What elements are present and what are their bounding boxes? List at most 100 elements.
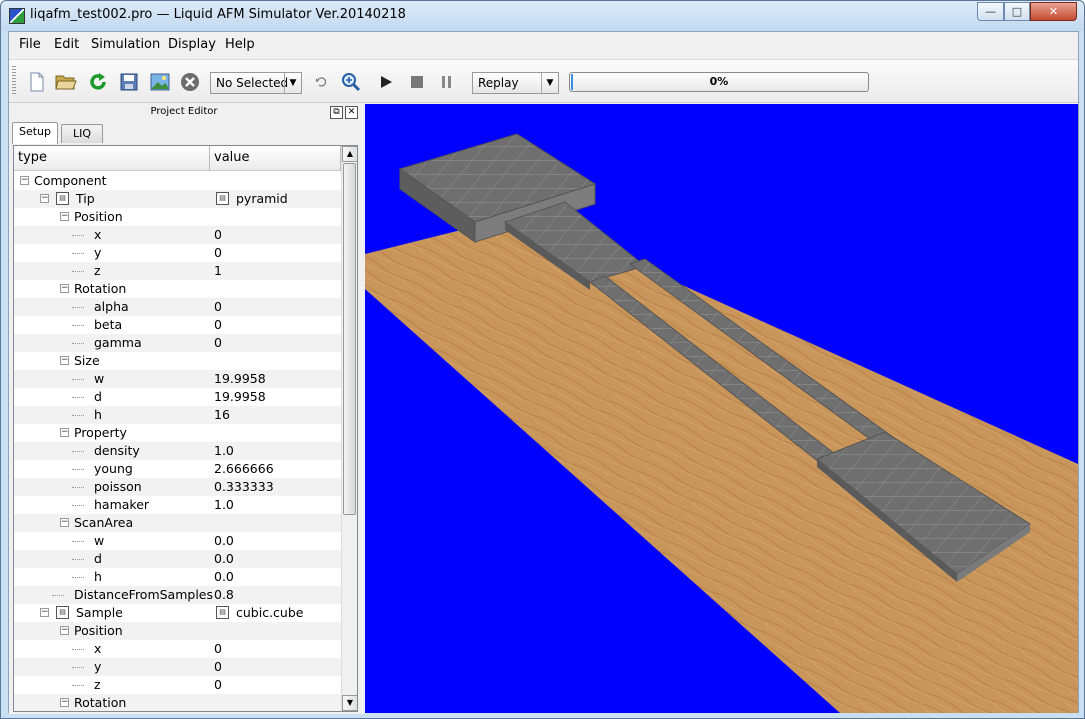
tree-row[interactable]: hamaker 1.0	[14, 496, 341, 514]
collapse-toggle-icon[interactable]: −	[60, 698, 69, 707]
collapse-toggle-icon[interactable]: −	[60, 428, 69, 437]
tree-row[interactable]: − Position	[14, 208, 341, 226]
close-button[interactable]: ✕	[1030, 2, 1077, 21]
tree-row[interactable]: gamma 0	[14, 334, 341, 352]
reload-icon[interactable]	[87, 71, 109, 93]
menu-help[interactable]: Help	[225, 37, 255, 52]
tree-connector	[72, 487, 84, 488]
tree-row-type: y	[94, 659, 102, 674]
object-select[interactable]: No Selected ▼	[210, 72, 302, 94]
menu-display[interactable]: Display	[168, 37, 216, 52]
scroll-thumb[interactable]	[343, 163, 356, 515]
tree-scrollbar[interactable]: ▲ ▼	[341, 146, 357, 711]
tree-row-value[interactable]: 0.0	[214, 550, 234, 568]
tree-row-value[interactable]: 1	[214, 262, 222, 280]
tree-row[interactable]: z1	[14, 262, 341, 280]
tree-row[interactable]: beta 0	[14, 316, 341, 334]
tree-row-value[interactable]: 0	[214, 334, 222, 352]
tree-row[interactable]: z0	[14, 676, 341, 694]
pause-icon[interactable]	[436, 71, 458, 93]
collapse-toggle-icon[interactable]: −	[60, 518, 69, 527]
tree-row-value[interactable]: pyramid	[236, 190, 288, 208]
tree-row-value[interactable]: 0	[214, 640, 222, 658]
tree-row-type: gamma	[94, 335, 142, 350]
tree-row[interactable]: x0	[14, 226, 341, 244]
save-icon[interactable]	[118, 71, 140, 93]
tree-row-value[interactable]: 0.0	[214, 568, 234, 586]
tree-row-value[interactable]: 0	[214, 676, 222, 694]
tree-row[interactable]: h 16	[14, 406, 341, 424]
scroll-up-icon[interactable]: ▲	[342, 146, 357, 162]
tree-row-value[interactable]: 16	[214, 406, 230, 424]
undo-icon[interactable]	[311, 71, 331, 93]
tree-row-value[interactable]: 1.0	[214, 442, 234, 460]
collapse-toggle-icon[interactable]: −	[40, 608, 49, 617]
collapse-toggle-icon[interactable]: −	[60, 212, 69, 221]
3d-viewport[interactable]	[365, 104, 1078, 713]
tree-row[interactable]: − ScanArea	[14, 514, 341, 532]
minimize-button[interactable]: —	[977, 2, 1004, 21]
tree-row[interactable]: − Rotation	[14, 694, 341, 711]
collapse-toggle-icon[interactable]: −	[60, 626, 69, 635]
toolbar-grip[interactable]	[12, 66, 16, 96]
close-dock-icon[interactable]: ✕	[345, 106, 358, 119]
tree-row-value[interactable]: 0	[214, 316, 222, 334]
tree-row[interactable]: w 19.9958	[14, 370, 341, 388]
tree-row[interactable]: − Position	[14, 622, 341, 640]
menu-simulation[interactable]: Simulation	[91, 37, 160, 52]
tree-row-value[interactable]: 0	[214, 298, 222, 316]
stop-close-icon[interactable]	[179, 71, 201, 93]
tree-row[interactable]: young 2.666666	[14, 460, 341, 478]
tree-row[interactable]: x0	[14, 640, 341, 658]
tree-row[interactable]: density 1.0	[14, 442, 341, 460]
tree-row-value[interactable]: 1.0	[214, 496, 234, 514]
tree-row-value[interactable]: 0	[214, 226, 222, 244]
tab-liq[interactable]: LIQ	[61, 124, 103, 143]
stop-icon[interactable]	[406, 71, 428, 93]
tree-connector	[72, 559, 84, 560]
tree-row[interactable]: − ▤ Tip ▤ pyramid	[14, 190, 341, 208]
tree-row-value[interactable]: 0.0	[214, 532, 234, 550]
menu-edit[interactable]: Edit	[54, 37, 79, 52]
open-folder-icon[interactable]	[55, 71, 77, 93]
image-icon[interactable]	[149, 71, 171, 93]
collapse-toggle-icon[interactable]: −	[20, 176, 29, 185]
maximize-button[interactable]: □	[1004, 2, 1030, 21]
tree-row[interactable]: − Rotation	[14, 280, 341, 298]
tree-row[interactable]: h 0.0	[14, 568, 341, 586]
tree-row-value[interactable]: 0	[214, 244, 222, 262]
tree-row-value[interactable]: cubic.cube	[236, 604, 303, 622]
menu-file[interactable]: File	[19, 37, 41, 52]
tree-row-value[interactable]: 19.9958	[214, 370, 266, 388]
tree-row[interactable]: y0	[14, 244, 341, 262]
tree-row[interactable]: alpha 0	[14, 298, 341, 316]
float-dock-icon[interactable]: ⧉	[330, 106, 343, 119]
tree-row[interactable]: DistanceFromSamples 0.8	[14, 586, 341, 604]
play-icon[interactable]	[375, 71, 397, 93]
tree-row[interactable]: d 0.0	[14, 550, 341, 568]
tree-row[interactable]: y0	[14, 658, 341, 676]
tree-row[interactable]: w 0.0	[14, 532, 341, 550]
zoom-in-icon[interactable]	[340, 71, 362, 93]
tree-row[interactable]: poisson 0.333333	[14, 478, 341, 496]
tree-row[interactable]: − Property	[14, 424, 341, 442]
tree-row[interactable]: − ▤ Sample ▤ cubic.cube	[14, 604, 341, 622]
title-bar[interactable]: liqafm_test002.pro — Liquid AFM Simulato…	[1, 1, 1084, 31]
column-header-type[interactable]: type	[14, 146, 210, 171]
column-header-value[interactable]: value	[210, 146, 341, 171]
tree-row-value[interactable]: 2.666666	[214, 460, 274, 478]
tree-row[interactable]: d 19.9958	[14, 388, 341, 406]
replay-select[interactable]: Replay ▼	[472, 72, 559, 94]
tree-row-value[interactable]: 0.333333	[214, 478, 274, 496]
tab-setup[interactable]: Setup	[12, 122, 58, 144]
collapse-toggle-icon[interactable]: −	[60, 356, 69, 365]
tree-row-value[interactable]: 0.8	[214, 586, 234, 604]
new-file-icon[interactable]	[26, 71, 48, 93]
scroll-down-icon[interactable]: ▼	[342, 695, 357, 711]
collapse-toggle-icon[interactable]: −	[40, 194, 49, 203]
collapse-toggle-icon[interactable]: −	[60, 284, 69, 293]
tree-row[interactable]: − Size	[14, 352, 341, 370]
tree-row-value[interactable]: 0	[214, 658, 222, 676]
tree-row[interactable]: − Component	[14, 172, 341, 190]
tree-row-value[interactable]: 19.9958	[214, 388, 266, 406]
